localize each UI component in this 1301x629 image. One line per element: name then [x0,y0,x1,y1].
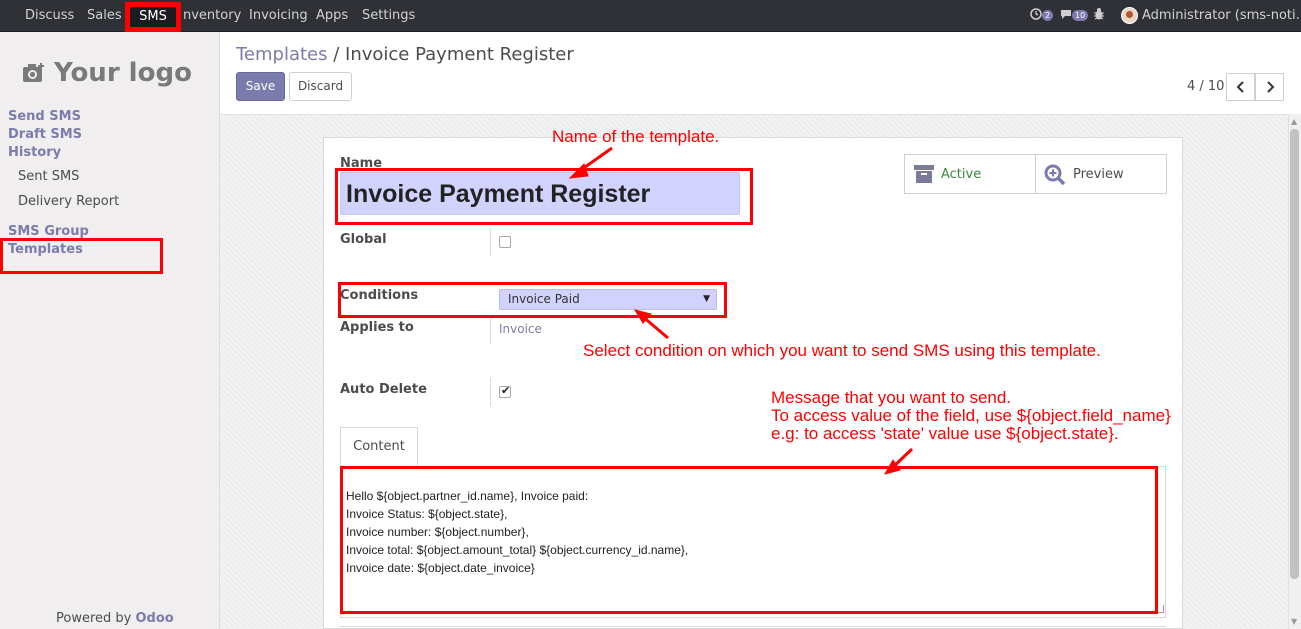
global-checkbox[interactable] [499,236,511,248]
menu-invoicing[interactable]: Invoicing [249,8,308,23]
highlight-conditions-field [338,282,727,318]
condition-annotation: Select condition on which you want to se… [583,341,1101,360]
zoom-in-icon [1044,164,1066,186]
highlight-content-field [340,466,1158,614]
breadcrumb-templates[interactable]: Templates [236,44,328,65]
auto-delete-checkbox[interactable] [499,384,511,398]
chevron-left-icon [1236,81,1244,93]
field-separator [490,316,491,344]
highlight-name-field [335,168,753,225]
pager-previous-button[interactable] [1226,73,1255,101]
pager-next-button[interactable] [1255,73,1284,101]
menu-sales[interactable]: Sales [87,8,122,23]
breadcrumb-separator: / [327,44,346,65]
messages-icon[interactable]: 10 [1060,6,1089,21]
logo-text: Your logo [54,58,192,88]
highlight-templates-menu [0,238,163,274]
auto-delete-label: Auto Delete [340,382,427,397]
sheet-bottom-line [340,626,1166,627]
highlight-sms-menu [125,2,181,32]
company-logo: Your logo [22,50,200,96]
message-annotation-line-3: e.g: to access 'state' value use ${objec… [771,424,1119,443]
camera-icon [23,63,44,82]
chat-icon[interactable]: 2 [1030,6,1054,21]
preview-label: Preview [1073,167,1124,182]
active-label: Active [941,167,982,182]
message-annotation-line-1: Message that you want to send. [771,388,1012,407]
powered-by: Powered by Odoo [56,611,174,626]
menu-discuss[interactable]: Discuss [25,8,74,23]
sidebar-item-delivery-report[interactable]: Delivery Report [18,194,119,209]
menu-apps[interactable]: Apps [316,8,348,23]
sidebar: Your logo Send SMS Draft SMS History Sen… [0,32,220,629]
chevron-right-icon [1266,81,1274,93]
menu-settings[interactable]: Settings [362,8,415,23]
discard-button[interactable]: Discard [289,72,352,101]
field-separator [490,378,491,406]
message-annotation-line-2: To access value of the field, use ${obje… [771,406,1171,425]
chat-badge: 2 [1042,10,1054,21]
applies-to-value[interactable]: Invoice [499,322,542,336]
sidebar-item-draft-sms[interactable]: Draft SMS [8,127,82,142]
sidebar-item-sent-sms[interactable]: Sent SMS [18,169,79,184]
scrollbar-thumb[interactable] [1290,129,1299,579]
active-toggle-button[interactable]: Active [905,155,1035,193]
sidebar-item-send-sms[interactable]: Send SMS [8,109,81,124]
tab-content[interactable]: Content [340,427,418,467]
scroll-down-icon[interactable]: ▼ [1291,617,1297,626]
powered-by-label: Powered by [56,611,136,626]
menu-inventory[interactable]: nventory [183,8,241,23]
pager-value[interactable]: 4 / 10 [1187,79,1224,94]
sidebar-item-sms-group[interactable]: SMS Group [8,224,89,239]
applies-to-label: Applies to [340,320,414,335]
global-label: Global [340,232,387,247]
user-menu[interactable]: Administrator (sms-noti… [1142,8,1301,23]
breadcrumb-current: Invoice Payment Register [345,44,574,65]
breadcrumb: Templates / Invoice Payment Register [236,44,574,65]
name-annotation: Name of the template. [552,127,720,146]
save-button[interactable]: Save [236,72,285,101]
sidebar-item-history[interactable]: History [8,145,61,160]
top-navbar: Discuss Sales nventory Invoicing Apps Se… [0,0,1301,32]
field-separator [490,228,491,256]
scroll-up-icon[interactable]: ▲ [1291,117,1297,126]
preview-button[interactable]: Preview [1036,155,1166,193]
messages-badge: 10 [1072,10,1089,21]
debug-bug-icon[interactable] [1093,6,1105,21]
stat-buttons: Active Preview [904,154,1167,194]
archive-icon [914,165,934,183]
odoo-link[interactable]: Odoo [135,611,173,626]
user-avatar[interactable] [1121,7,1138,24]
